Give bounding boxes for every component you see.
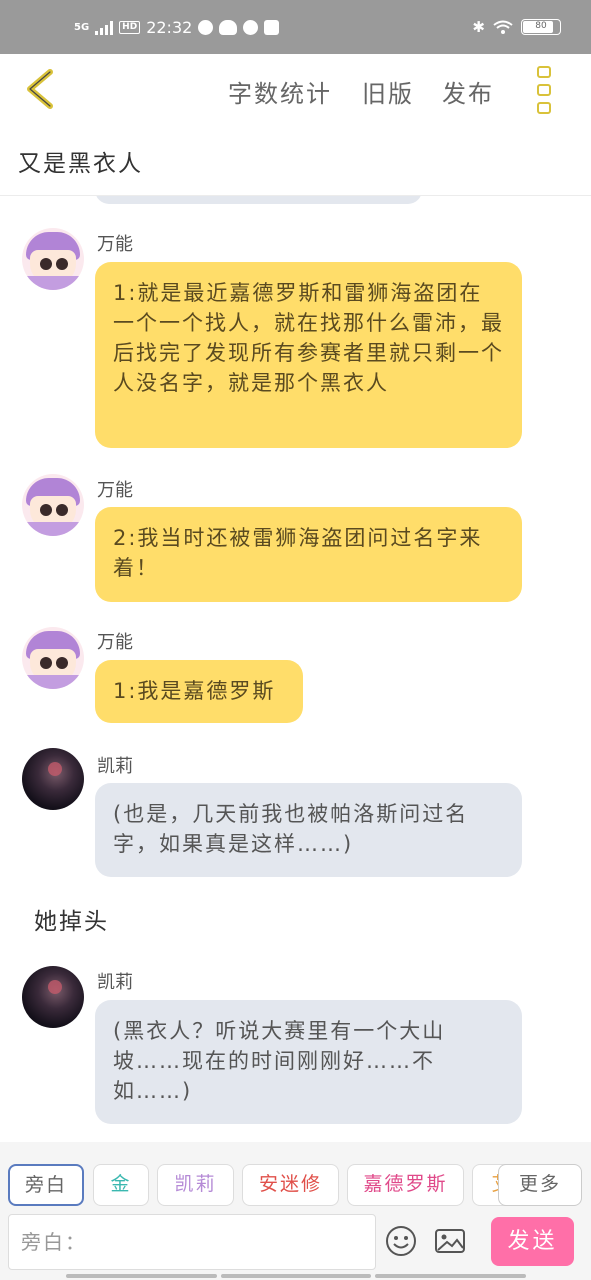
message-bubble[interactable]: (黑衣人？听说大赛里有一个大山坡……现在的时间刚刚好……不如……) — [95, 1000, 522, 1124]
avatar-wanneng[interactable] — [22, 474, 84, 536]
message-bubble[interactable]: 1:我是嘉德罗斯 — [95, 660, 303, 723]
role-chip-jin[interactable]: 金 — [93, 1164, 149, 1206]
speaker-name: 万能 — [97, 234, 133, 255]
avatar-wanneng[interactable] — [22, 228, 84, 290]
chapter-title-bar[interactable]: 又是黑衣人 — [0, 126, 591, 196]
message-bubble[interactable]: (也是，几天前我也被帕洛斯问过名字，如果真是这样……) — [95, 783, 522, 877]
old-version-button[interactable]: 旧版 — [362, 74, 414, 109]
chapter-title: 又是黑衣人 — [18, 151, 143, 177]
image-icon[interactable] — [433, 1224, 467, 1258]
play-icon — [264, 20, 280, 35]
hd-badge: HD — [119, 21, 141, 34]
bluetooth-icon: ✱ — [472, 18, 485, 36]
speaker-name: 万能 — [97, 480, 133, 501]
avatar-kaili[interactable] — [22, 966, 84, 1028]
role-chip-anmixiu[interactable]: 安迷修 — [242, 1164, 339, 1206]
back-arrow-icon[interactable] — [22, 66, 62, 112]
role-chip-narrator[interactable]: 旁白 — [8, 1164, 84, 1206]
send-button[interactable]: 发送 — [491, 1217, 574, 1266]
input-panel: 旁白 金 凯莉 安迷修 嘉德罗斯 艾 更多 旁白： 发送 — [0, 1142, 591, 1280]
network-label: 5G — [74, 22, 90, 33]
narration-text[interactable]: 她掉头 — [34, 902, 109, 936]
cloud-icon — [219, 20, 238, 35]
wifi-icon — [493, 20, 513, 34]
speaker-name: 凯莉 — [97, 972, 133, 993]
signal-icon — [95, 20, 114, 35]
status-right: ✱ 80 — [472, 18, 561, 36]
word-count-button[interactable]: 字数统计 — [228, 74, 332, 109]
message-bubble[interactable]: 1:就是最近嘉德罗斯和雷狮海盗团在一个一个找人，就在找那什么雷沛，最后找完了发现… — [95, 262, 522, 448]
avatar-wanneng[interactable] — [22, 627, 84, 689]
speaker-name: 万能 — [97, 632, 133, 653]
status-time: 22:32 — [146, 18, 193, 37]
role-chip-row[interactable]: 旁白 金 凯莉 安迷修 嘉德罗斯 艾 更多 — [8, 1164, 591, 1208]
more-menu-icon[interactable] — [534, 66, 554, 114]
compass-icon — [243, 20, 259, 35]
speaker-name: 凯莉 — [97, 756, 133, 777]
status-left: 5G HD 22:32 — [74, 18, 280, 37]
app-notification-icon — [198, 20, 214, 35]
avatar-kaili[interactable] — [22, 748, 84, 810]
emoji-icon[interactable] — [384, 1224, 418, 1258]
publish-button[interactable]: 发布 — [442, 74, 494, 109]
message-bubble[interactable]: 2:我当时还被雷狮海盗团问过名字来着！ — [95, 507, 522, 602]
role-chip-jiadeluosi[interactable]: 嘉德罗斯 — [347, 1164, 464, 1206]
status-bar: 5G HD 22:32 ✱ 80 — [0, 0, 591, 54]
message-input[interactable]: 旁白： — [8, 1214, 376, 1270]
battery-icon: 80 — [521, 19, 561, 35]
more-roles-button[interactable]: 更多 — [498, 1164, 582, 1206]
role-chip-kaili[interactable]: 凯莉 — [157, 1164, 234, 1206]
top-bar: 字数统计 旧版 发布 — [0, 54, 591, 126]
gesture-bar — [66, 1274, 527, 1278]
battery-level: 80 — [535, 21, 547, 31]
